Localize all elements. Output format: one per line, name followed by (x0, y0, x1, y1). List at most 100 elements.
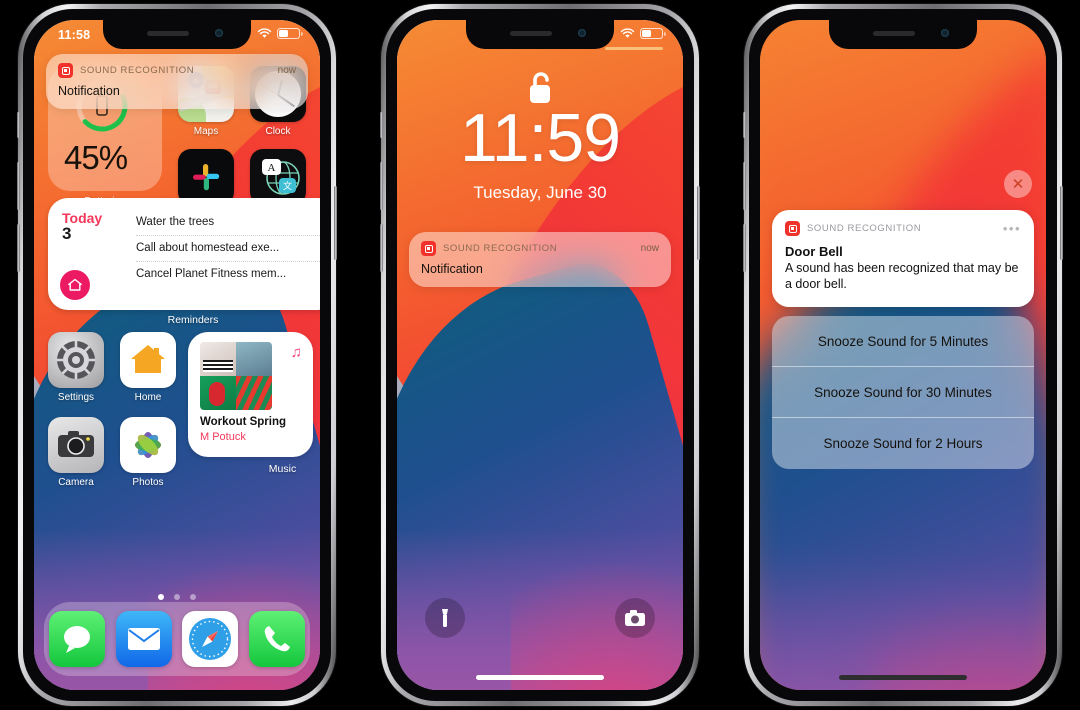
settings-icon (48, 332, 104, 388)
phone-expanded-notification: ✕ SOUND RECOGNITION ••• Door Bell A soun… (743, 4, 1063, 706)
status-bar-underline (605, 47, 663, 50)
power-button[interactable] (1060, 186, 1063, 260)
svg-text:文: 文 (283, 180, 292, 191)
notch (466, 20, 614, 49)
phone-lock-screen: 11:59 Tuesday, June 30 SOUND RECOGNITION… (380, 4, 700, 706)
phone-bezel: ✕ SOUND RECOGNITION ••• Door Bell A soun… (749, 9, 1057, 701)
notification-time: now (640, 243, 659, 254)
battery-percent: 45% (64, 139, 128, 176)
notification-body: Notification (58, 84, 120, 98)
svg-text:A: A (268, 162, 276, 174)
status-bar-time: 11:58 (58, 28, 91, 42)
widget-reminders-label: Reminders (167, 314, 219, 326)
messages-icon[interactable] (49, 611, 106, 667)
phone-bezel: 11:59 Tuesday, June 30 SOUND RECOGNITION… (386, 9, 694, 701)
list-item[interactable]: Call about homestead exe... (136, 236, 320, 262)
app-camera[interactable]: Camera (48, 417, 104, 488)
app-grid-bottom: Settings Home Camera Photos (48, 332, 176, 488)
sound-recognition-icon (785, 221, 800, 236)
phone-screen: 11:59 Tuesday, June 30 SOUND RECOGNITION… (397, 20, 683, 690)
home-icon (120, 332, 176, 388)
notification-app-name: SOUND RECOGNITION (80, 65, 195, 76)
app-settings[interactable]: Settings (48, 332, 104, 403)
home-screen: 45% Batteries ▲280 Maps (34, 20, 320, 690)
battery-icon (277, 28, 303, 39)
power-button[interactable] (334, 186, 337, 260)
app-home[interactable]: Home (120, 332, 176, 403)
notification-title: Door Bell (785, 244, 843, 259)
app-label: Clock (265, 126, 291, 137)
notification-body: Notification (421, 262, 483, 276)
home-badge-icon (60, 270, 90, 300)
notification-text: A sound has been recognized that may be … (785, 261, 1019, 292)
sound-recognition-icon (421, 241, 436, 256)
battery-icon (640, 28, 666, 39)
notification-time: now (277, 65, 296, 76)
volume-up-button[interactable] (743, 162, 746, 210)
widget-music[interactable]: ♫ Workout Spring M Potuck (188, 332, 313, 457)
earpiece-speaker (510, 31, 552, 36)
app-label: Settings (57, 392, 95, 403)
phone-icon[interactable] (248, 611, 305, 667)
power-button[interactable] (697, 186, 700, 260)
mail-icon[interactable] (115, 611, 172, 667)
front-camera (578, 29, 586, 37)
notification-app-name: SOUND RECOGNITION (807, 223, 922, 234)
silent-switch[interactable] (380, 112, 383, 138)
sound-recognition-icon (58, 63, 73, 78)
notification-banner[interactable]: SOUND RECOGNITION now Notification (46, 54, 308, 109)
front-camera (941, 29, 949, 37)
music-note-icon: ♫ (290, 344, 302, 361)
page-dots[interactable] (34, 594, 320, 600)
notification-card[interactable]: SOUND RECOGNITION ••• Door Bell A sound … (772, 210, 1034, 307)
notification-app-name: SOUND RECOGNITION (443, 243, 558, 254)
screenshot-stage: 11:58 45% ▲ 280 Maps Clock A 文 Today 3 W… (0, 0, 1080, 710)
front-camera (215, 29, 223, 37)
snooze-5-minutes-button[interactable]: Snooze Sound for 5 Minutes (772, 316, 1034, 367)
reminders-count: 3 (62, 224, 72, 243)
music-artist: M Potuck (200, 431, 246, 443)
silent-switch[interactable] (743, 112, 746, 138)
app-photos[interactable]: Photos (120, 417, 176, 488)
volume-down-button[interactable] (743, 224, 746, 272)
list-item[interactable]: Cancel Planet Fitness mem... (136, 262, 320, 287)
album-art (200, 342, 272, 410)
home-indicator[interactable] (839, 675, 967, 680)
more-options-icon[interactable]: ••• (1003, 222, 1021, 235)
wifi-icon (620, 28, 635, 38)
snooze-actions-list: Snooze Sound for 5 Minutes Snooze Sound … (772, 316, 1034, 469)
flashlight-icon[interactable] (425, 598, 465, 638)
reminders-summary: Today 3 (62, 210, 126, 244)
home-indicator[interactable] (476, 675, 604, 680)
snooze-30-minutes-button[interactable]: Snooze Sound for 30 Minutes (772, 367, 1034, 418)
safari-icon[interactable] (182, 611, 239, 667)
notification-banner[interactable]: SOUND RECOGNITION now Notification (409, 232, 671, 287)
volume-down-button[interactable] (380, 224, 383, 272)
snooze-2-hours-button[interactable]: Snooze Sound for 2 Hours (772, 418, 1034, 469)
notch (829, 20, 977, 49)
widget-reminders[interactable]: Today 3 Water the trees Call about homes… (48, 198, 320, 310)
earpiece-speaker (147, 31, 189, 36)
close-icon[interactable]: ✕ (1004, 170, 1032, 198)
app-label: Maps (193, 126, 219, 137)
app-label: Camera (58, 477, 94, 488)
earpiece-speaker (873, 31, 915, 36)
notch (103, 20, 251, 49)
app-label: Photos (132, 477, 164, 488)
app-label: Home (134, 392, 162, 403)
music-track: Workout Spring (200, 416, 287, 428)
phone-home-screen: 11:58 45% ▲ 280 Maps Clock A 文 Today 3 W… (17, 4, 337, 706)
phone-screen: 11:58 45% ▲ 280 Maps Clock A 文 Today 3 W… (34, 20, 320, 690)
silent-switch[interactable] (17, 112, 20, 138)
photos-icon (120, 417, 176, 473)
volume-up-button[interactable] (380, 162, 383, 210)
lock-screen: 11:59 Tuesday, June 30 (397, 20, 683, 690)
camera-icon[interactable] (615, 598, 655, 638)
volume-up-button[interactable] (17, 162, 20, 210)
volume-down-button[interactable] (17, 224, 20, 272)
list-item[interactable]: Water the trees (136, 210, 320, 236)
wifi-icon (257, 28, 272, 38)
translate-icon: A 文 (250, 149, 306, 205)
lock-screen-actions (397, 598, 683, 638)
slack-icon (178, 149, 234, 205)
